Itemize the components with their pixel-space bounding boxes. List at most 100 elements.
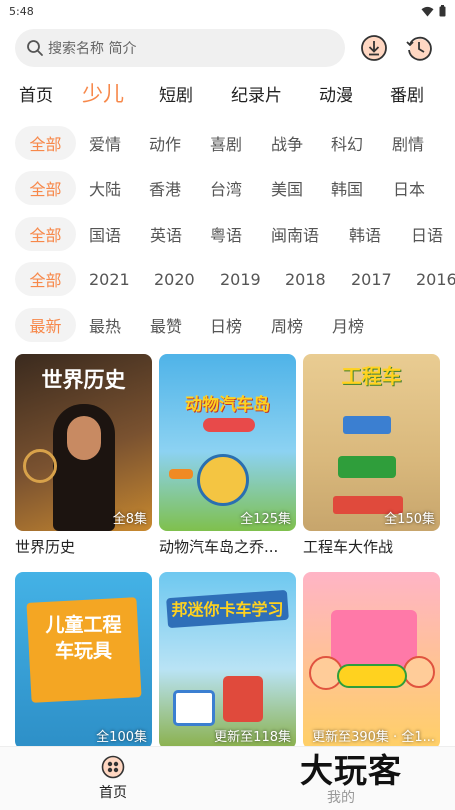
filter-chip[interactable]: 日语: [411, 217, 443, 251]
video-card[interactable]: 世界历史 全8集 世界历史: [15, 354, 152, 557]
episode-badge: 更新至390集 · 全1...: [312, 730, 435, 745]
filter-chip[interactable]: 最热: [89, 308, 121, 342]
status-icons: [421, 5, 446, 17]
tab-kids[interactable]: 少儿: [82, 76, 124, 110]
filter-chip[interactable]: 最赞: [150, 308, 182, 342]
video-card[interactable]: 动物汽车岛 全125集 动物汽车岛之乔...: [159, 354, 296, 557]
filter-chip[interactable]: 闽南语: [271, 217, 319, 251]
nav-home-label: 首页: [99, 785, 127, 801]
poster-truck-white: [173, 690, 215, 726]
poster-subtitle-banner: [203, 418, 255, 432]
episode-badge: 全8集: [112, 512, 147, 527]
poster-character: [197, 454, 249, 506]
main-tabs: 首页 少儿 短剧 纪录片 动漫 番剧: [0, 76, 455, 110]
status-bar: 5:48: [0, 0, 455, 22]
video-poster[interactable]: 儿童工程车玩具 全100集: [15, 572, 152, 749]
video-card[interactable]: 更新至390集 · 全1...: [303, 572, 440, 749]
watermark-logo: 大玩客: [300, 751, 402, 790]
search-icon: [27, 40, 43, 56]
poster-character-right: [403, 656, 435, 688]
filter-chip[interactable]: 英语: [150, 217, 182, 251]
status-time: 5:48: [9, 4, 34, 18]
filter-row-genre: 全部 爱情 动作 喜剧 战争 科幻 剧情: [0, 126, 455, 160]
poster-title: 工程车: [341, 364, 402, 388]
video-poster[interactable]: 更新至390集 · 全1...: [303, 572, 440, 749]
search-row: 搜索名称 简介: [15, 29, 445, 67]
filter-chip[interactable]: 战争: [271, 126, 303, 160]
filter-chip[interactable]: 日榜: [210, 308, 242, 342]
episode-badge: 更新至118集: [214, 730, 291, 745]
filter-chip[interactable]: 2020: [154, 262, 195, 296]
filter-chip[interactable]: 爱情: [89, 126, 121, 160]
video-poster[interactable]: 邦迷你卡车学习 更新至118集: [159, 572, 296, 749]
tab-short-drama[interactable]: 短剧: [159, 76, 193, 110]
poster-truck-red: [223, 676, 263, 722]
filter-chip[interactable]: 大陆: [89, 171, 121, 205]
video-card[interactable]: 工程车 全150集 工程车大作战: [303, 354, 440, 557]
filter-chip[interactable]: 2021: [89, 262, 130, 296]
filter-chip[interactable]: 国语: [89, 217, 121, 251]
poster-title: 邦迷你卡车学习: [171, 600, 284, 619]
filter-chip-all[interactable]: 全部: [15, 262, 76, 296]
filter-chip[interactable]: 韩国: [331, 171, 363, 205]
poster-mirror: [23, 449, 57, 483]
search-input[interactable]: 搜索名称 简介: [15, 29, 345, 67]
filter-chip-all[interactable]: 全部: [15, 217, 76, 251]
wifi-icon: [421, 6, 434, 16]
video-poster[interactable]: 世界历史 全8集: [15, 354, 152, 531]
filter-chip[interactable]: 2018: [285, 262, 326, 296]
filter-chip[interactable]: 剧情: [392, 126, 424, 160]
search-placeholder: 搜索名称 简介: [48, 41, 137, 57]
tab-bangumi[interactable]: 番剧: [390, 76, 424, 110]
filter-row-sort: 最新 最热 最赞 日榜 周榜 月榜: [0, 308, 455, 342]
filter-chip[interactable]: 台湾: [210, 171, 242, 205]
filter-chip[interactable]: 美国: [271, 171, 303, 205]
poster-tractor: [338, 456, 396, 478]
video-poster[interactable]: 工程车 全150集: [303, 354, 440, 531]
filter-row-year: 全部 2021 2020 2019 2018 2017 2016: [0, 262, 455, 296]
filter-chip[interactable]: 科幻: [331, 126, 363, 160]
battery-icon: [439, 5, 446, 17]
poster-title: 儿童工程车玩具: [45, 614, 122, 662]
poster-title: 世界历史: [41, 368, 126, 392]
filter-chip[interactable]: 动作: [149, 126, 181, 160]
poster-plane: [169, 469, 193, 479]
download-button[interactable]: [359, 33, 389, 63]
card-title: 动物汽车岛之乔...: [159, 538, 279, 556]
filter-chip[interactable]: 日本: [393, 171, 425, 205]
tab-anime[interactable]: 动漫: [319, 76, 353, 110]
filter-chip[interactable]: 周榜: [271, 308, 303, 342]
filter-chip[interactable]: 月榜: [332, 308, 364, 342]
poster-face: [67, 416, 101, 460]
filter-row-region: 全部 大陆 香港 台湾 美国 韩国 日本: [0, 171, 455, 205]
nav-home[interactable]: 首页: [83, 755, 143, 802]
filter-chip[interactable]: 香港: [149, 171, 181, 205]
filter-chip[interactable]: 韩语: [349, 217, 381, 251]
card-title: 世界历史: [15, 538, 76, 556]
tab-documentary[interactable]: 纪录片: [231, 76, 282, 110]
video-poster[interactable]: 动物汽车岛 全125集: [159, 354, 296, 531]
filter-chip[interactable]: 2016: [416, 262, 455, 296]
download-icon: [361, 35, 387, 61]
filter-chip[interactable]: 2017: [351, 262, 392, 296]
card-title: 工程车大作战: [303, 538, 394, 556]
filter-chip-all[interactable]: 全部: [15, 126, 76, 160]
filter-chip-newest[interactable]: 最新: [15, 308, 76, 342]
poster-title: 动物汽车岛: [185, 395, 270, 415]
poster-logo: [337, 664, 407, 688]
episode-badge: 全125集: [240, 512, 291, 527]
video-card[interactable]: 儿童工程车玩具 全100集: [15, 572, 152, 749]
filter-chip[interactable]: 2019: [220, 262, 261, 296]
home-icon: [101, 755, 125, 779]
history-button[interactable]: [404, 33, 434, 63]
filter-row-language: 全部 国语 英语 粤语 闽南语 韩语 日语: [0, 217, 455, 251]
filter-chip-all[interactable]: 全部: [15, 171, 76, 205]
history-icon: [406, 36, 432, 61]
episode-badge: 全100集: [96, 730, 147, 745]
tab-home[interactable]: 首页: [19, 76, 53, 110]
filter-chip[interactable]: 喜剧: [210, 126, 242, 160]
episode-badge: 全150集: [384, 512, 435, 527]
video-card[interactable]: 邦迷你卡车学习 更新至118集: [159, 572, 296, 749]
filter-chip[interactable]: 粤语: [210, 217, 242, 251]
poster-truck-blue: [343, 416, 391, 434]
